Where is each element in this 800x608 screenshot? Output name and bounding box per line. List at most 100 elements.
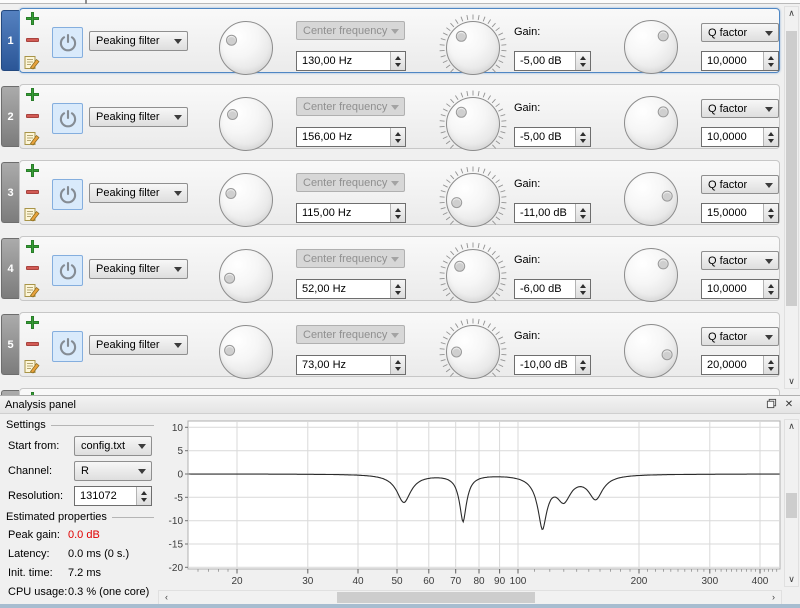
spinner-buttons[interactable] — [390, 204, 405, 222]
remove-filter-button[interactable] — [24, 107, 41, 124]
scrollbar-thumb[interactable] — [337, 592, 535, 603]
scroll-up-icon[interactable]: ∧ — [785, 7, 798, 20]
edit-filter-button[interactable] — [23, 54, 40, 71]
edit-filter-button[interactable] — [23, 130, 40, 147]
edit-filter-button[interactable] — [23, 206, 40, 223]
edit-filter-button[interactable] — [23, 282, 40, 299]
q-spinbox[interactable]: 15,0000 — [701, 203, 779, 223]
gain-spinbox[interactable]: -5,00 dB — [514, 127, 591, 147]
add-filter-button[interactable] — [24, 238, 41, 255]
q-knob[interactable] — [624, 96, 678, 150]
scroll-up-icon[interactable]: ∧ — [785, 420, 798, 433]
gain-spinbox[interactable]: -10,00 dB — [514, 355, 591, 375]
q-knob[interactable] — [624, 20, 678, 74]
frequency-knob[interactable] — [219, 21, 273, 75]
spinner-buttons[interactable] — [763, 280, 778, 298]
remove-filter-button[interactable] — [24, 259, 41, 276]
q-knob[interactable] — [624, 248, 678, 302]
spinner-buttons[interactable] — [763, 128, 778, 146]
remove-filter-button[interactable] — [24, 31, 41, 48]
remove-filter-button[interactable] — [24, 183, 41, 200]
spinner-buttons[interactable] — [575, 128, 590, 146]
q-knob[interactable] — [624, 172, 678, 226]
scrollbar-thumb[interactable] — [786, 493, 797, 518]
frequency-spinbox[interactable]: 52,00 Hz — [296, 279, 406, 299]
frequency-spinbox[interactable]: 130,00 Hz — [296, 51, 406, 71]
gain-knob[interactable] — [446, 249, 500, 303]
frequency-knob[interactable] — [219, 249, 273, 303]
q-spinbox[interactable]: 10,0000 — [701, 279, 779, 299]
power-toggle-button[interactable] — [52, 255, 83, 286]
add-filter-button[interactable] — [24, 10, 41, 27]
spinner-buttons[interactable] — [390, 280, 405, 298]
filter-row-tab[interactable]: 3 — [1, 162, 19, 223]
spinner-buttons[interactable] — [763, 52, 778, 70]
remove-filter-button[interactable] — [24, 335, 41, 352]
gain-knob[interactable] — [446, 325, 500, 379]
start-from-select[interactable]: config.txt — [74, 436, 152, 456]
power-toggle-button[interactable] — [52, 103, 83, 134]
filter-row-tab[interactable]: 1 — [1, 10, 19, 71]
minus-icon — [26, 266, 39, 270]
power-toggle-button[interactable] — [52, 331, 83, 362]
q-spinbox[interactable]: 20,0000 — [701, 355, 779, 375]
gain-knob[interactable] — [446, 97, 500, 151]
spinner-buttons[interactable] — [763, 356, 778, 374]
frequency-spinbox[interactable]: 73,00 Hz — [296, 355, 406, 375]
q-knob[interactable] — [624, 324, 678, 378]
spinner-buttons[interactable] — [390, 128, 405, 146]
filter-row-tab[interactable]: 2 — [1, 86, 19, 147]
spinner-buttons[interactable] — [136, 487, 151, 505]
q-param-select[interactable]: Q factor — [701, 99, 779, 118]
filter-row-tab[interactable]: 5 — [1, 314, 19, 375]
spinner-buttons[interactable] — [575, 204, 590, 222]
filter-type-select[interactable]: Peaking filter — [89, 107, 188, 127]
q-param-select[interactable]: Q factor — [701, 175, 779, 194]
filter-type-select[interactable]: Peaking filter — [89, 335, 188, 355]
channel-select[interactable]: R — [74, 461, 152, 481]
scroll-down-icon[interactable]: ∨ — [785, 375, 798, 388]
spinner-buttons[interactable] — [575, 52, 590, 70]
add-filter-button[interactable] — [24, 314, 41, 331]
q-param-select[interactable]: Q factor — [701, 327, 779, 346]
filter-row-tab[interactable]: 4 — [1, 238, 19, 299]
gain-spinbox[interactable]: -6,00 dB — [514, 279, 591, 299]
float-panel-button[interactable] — [764, 398, 778, 411]
power-toggle-button[interactable] — [52, 179, 83, 210]
filter-type-select[interactable]: Peaking filter — [89, 31, 188, 51]
spinner-buttons[interactable] — [390, 356, 405, 374]
edit-icon — [24, 132, 39, 146]
chart-vertical-scrollbar[interactable]: ∧ ∨ — [784, 419, 799, 587]
resolution-spinbox[interactable]: 131072 — [74, 486, 152, 506]
frequency-knob[interactable] — [219, 173, 273, 227]
q-spinbox[interactable]: 10,0000 — [701, 51, 779, 71]
filter-list-scrollbar[interactable]: ∧ ∨ — [784, 6, 799, 389]
filter-type-select[interactable]: Peaking filter — [89, 259, 188, 279]
add-filter-button[interactable] — [24, 162, 41, 179]
scrollbar-thumb[interactable] — [786, 31, 797, 306]
frequency-spinbox[interactable]: 115,00 Hz — [296, 203, 406, 223]
frequency-spinbox[interactable]: 156,00 Hz — [296, 127, 406, 147]
gain-knob[interactable] — [446, 173, 500, 227]
scroll-left-icon[interactable]: ‹ — [160, 591, 173, 604]
q-param-select[interactable]: Q factor — [701, 251, 779, 270]
spinner-buttons[interactable] — [390, 52, 405, 70]
scroll-right-icon[interactable]: › — [767, 591, 780, 604]
spinner-buttons[interactable] — [763, 204, 778, 222]
spinner-buttons[interactable] — [575, 356, 590, 374]
gain-spinbox[interactable]: -11,00 dB — [514, 203, 591, 223]
spinner-buttons[interactable] — [575, 280, 590, 298]
filter-type-select[interactable]: Peaking filter — [89, 183, 188, 203]
q-spinbox[interactable]: 10,0000 — [701, 127, 779, 147]
gain-knob[interactable] — [446, 21, 500, 75]
power-toggle-button[interactable] — [52, 27, 83, 58]
frequency-knob[interactable] — [219, 325, 273, 379]
q-param-select[interactable]: Q factor — [701, 23, 779, 42]
gain-spinbox[interactable]: -5,00 dB — [514, 51, 591, 71]
close-panel-button[interactable]: ✕ — [782, 398, 796, 411]
add-filter-button[interactable] — [24, 86, 41, 103]
scroll-down-icon[interactable]: ∨ — [785, 573, 798, 586]
edit-filter-button[interactable] — [23, 358, 40, 375]
frequency-knob[interactable] — [219, 97, 273, 151]
chart-horizontal-scrollbar[interactable]: ‹ › — [158, 590, 782, 605]
